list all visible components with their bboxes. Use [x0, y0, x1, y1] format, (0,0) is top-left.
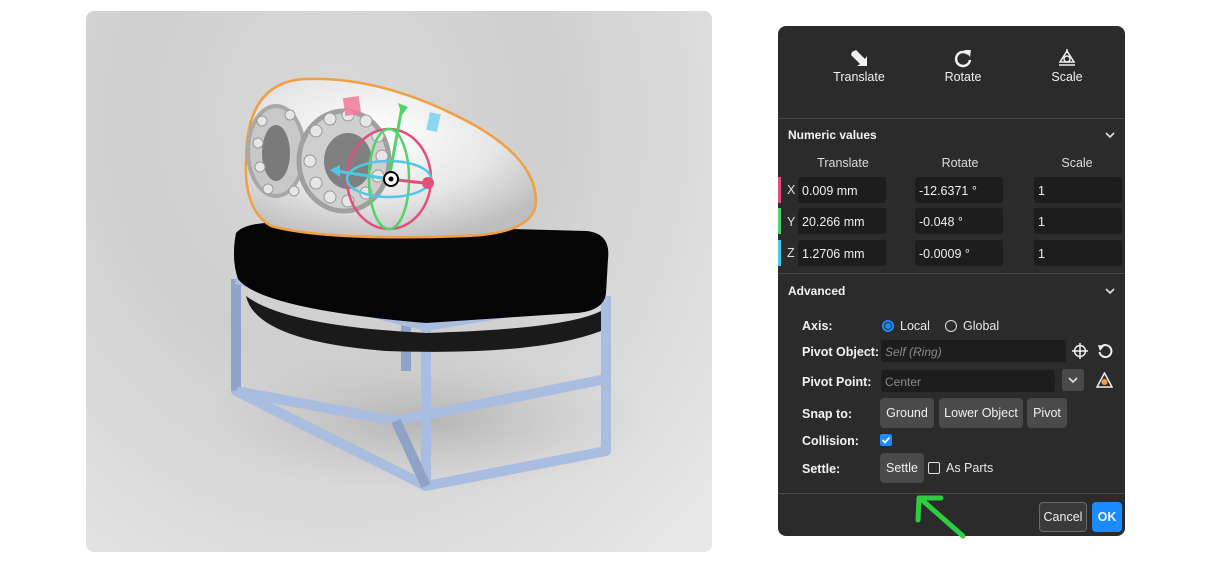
ring-object[interactable] [244, 77, 538, 239]
rotate-y-input[interactable]: -0.048 ° [915, 208, 1003, 234]
axis-letter-x: X [787, 183, 796, 197]
crosshair-icon[interactable] [1072, 343, 1088, 359]
reset-icon[interactable] [1097, 343, 1113, 359]
rotate-icon [954, 50, 972, 68]
chevron-down-icon [1105, 288, 1115, 295]
scale-y-input[interactable]: 1 [1034, 208, 1122, 234]
transform-toolbar: Translate Rotate Scale [778, 26, 1125, 118]
pivot-target-icon[interactable] [1096, 372, 1113, 388]
scale-tool-label: Scale [1051, 70, 1083, 84]
collision-label: Collision: [802, 434, 859, 448]
collision-checkbox[interactable] [880, 434, 892, 446]
translate-x-input[interactable]: 0.009 mm [798, 177, 886, 203]
advanced-title: Advanced [788, 284, 846, 298]
rotate-tool[interactable]: Rotate [923, 48, 1003, 84]
as-parts-checkbox[interactable] [928, 462, 940, 474]
scale-z-input[interactable]: 1 [1034, 240, 1122, 266]
pivot-point-select[interactable]: Center [881, 370, 1055, 392]
scene-render [196, 77, 656, 491]
ok-button[interactable]: OK [1092, 502, 1122, 532]
rotate-tool-label: Rotate [944, 70, 982, 84]
radio-dot [885, 323, 891, 329]
settle-button[interactable]: Settle [880, 453, 924, 483]
axis-color-bar-z [778, 240, 781, 266]
rotate-z-input[interactable]: -0.0009 ° [915, 240, 1003, 266]
rotate-x-input[interactable]: -12.6371 ° [915, 177, 1003, 203]
axis-letter-z: Z [787, 246, 795, 260]
3d-viewport[interactable] [86, 11, 712, 552]
numeric-values-title: Numeric values [788, 128, 877, 142]
cancel-button[interactable]: Cancel [1039, 502, 1087, 532]
translate-z-input[interactable]: 1.2706 mm [798, 240, 886, 266]
snap-ground-button[interactable]: Ground [880, 398, 934, 428]
annotation-arrow-icon [915, 495, 966, 539]
snap-label: Snap to: [802, 407, 852, 421]
scale-icon [1058, 49, 1076, 66]
transform-panel: Translate Rotate Scale Numeric values Tr [778, 26, 1125, 536]
scale-tool[interactable]: Scale [1027, 48, 1107, 84]
translate-arrow-icon [851, 50, 867, 66]
axis-letter-y: Y [787, 215, 796, 229]
pivot-point-label: Pivot Point: [802, 375, 872, 389]
pivot-object-field[interactable]: Self (Ring) [881, 340, 1066, 362]
snap-pivot-button[interactable]: Pivot [1027, 398, 1067, 428]
settle-label: Settle: [802, 462, 841, 476]
snap-lower-object-button[interactable]: Lower Object [939, 398, 1023, 428]
chevron-down-icon [1068, 377, 1078, 384]
pivot-point-dropdown-button[interactable] [1062, 369, 1084, 391]
column-header-scale: Scale [1061, 156, 1093, 170]
translate-y-input[interactable]: 20.266 mm [798, 208, 886, 234]
pivot-object-label: Pivot Object: [802, 345, 880, 359]
axis-label: Axis: [802, 319, 833, 333]
translate-tool-label: Translate [833, 70, 885, 84]
checkmark-icon [881, 436, 891, 444]
axis-local-label: Local [900, 319, 930, 333]
axis-global-label: Global [963, 319, 1000, 333]
axis-color-bar-x [778, 177, 781, 203]
radio-unselected-icon [945, 320, 957, 332]
divider [778, 118, 1125, 119]
axis-color-bar-y [778, 208, 781, 234]
translate-tool[interactable]: Translate [819, 48, 899, 84]
column-header-translate: Translate [817, 156, 869, 170]
scale-x-input[interactable]: 1 [1034, 177, 1122, 203]
divider [778, 273, 1125, 274]
chevron-down-icon [1105, 132, 1115, 139]
column-header-rotate: Rotate [941, 156, 979, 170]
as-parts-label: As Parts [946, 461, 994, 475]
